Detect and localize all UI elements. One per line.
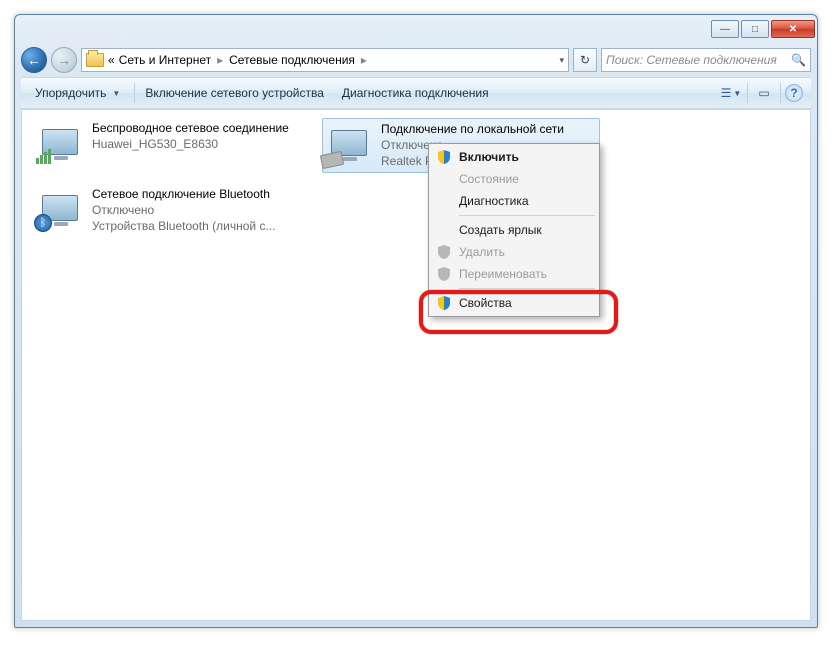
separator <box>134 83 135 103</box>
wifi-icon <box>36 120 84 164</box>
ctx-rename: Переименовать <box>431 263 597 285</box>
breadcrumb-seg-1[interactable]: Сеть и Интернет <box>119 53 211 67</box>
separator <box>459 215 595 216</box>
preview-pane-button[interactable]: ▭ <box>752 82 776 104</box>
ctx-diagnose-label: Диагностика <box>459 194 529 208</box>
context-menu: Включить Состояние Диагностика Создать я… <box>428 143 600 317</box>
enable-device-button[interactable]: Включение сетевого устройства <box>139 83 334 103</box>
diagnostics-label: Диагностика подключения <box>342 86 489 100</box>
separator <box>459 288 595 289</box>
ctx-delete: Удалить <box>431 241 597 263</box>
breadcrumb-sep-icon: ▸ <box>217 53 223 67</box>
help-button[interactable]: ? <box>785 84 803 102</box>
ctx-shortcut[interactable]: Создать ярлык <box>431 219 597 241</box>
ctx-enable[interactable]: Включить <box>431 146 597 168</box>
separator <box>780 83 781 103</box>
connection-title: Подключение по локальной сети <box>381 121 564 137</box>
connection-sub1: Huawei_HG530_E8630 <box>92 136 289 152</box>
ctx-rename-label: Переименовать <box>459 267 547 281</box>
view-icon: ☰ <box>721 86 732 100</box>
command-bar: Упорядочить ▼ Включение сетевого устройс… <box>21 77 811 109</box>
shield-icon <box>436 295 452 311</box>
search-icon[interactable]: 🔍 <box>791 53 806 67</box>
connection-sub1: Отключено <box>92 202 275 218</box>
lan-connection-icon <box>325 121 373 165</box>
signal-bars-icon <box>36 149 51 164</box>
bluetooth-connection-icon: ᛒ <box>36 186 84 230</box>
address-bar: ← → « Сеть и Интернет ▸ Сетевые подключе… <box>15 43 817 77</box>
shield-icon <box>436 266 452 282</box>
shield-icon <box>436 149 452 165</box>
ctx-shortcut-label: Создать ярлык <box>459 223 542 237</box>
diagnostics-button[interactable]: Диагностика подключения <box>336 83 499 103</box>
maximize-button[interactable]: □ <box>741 20 769 38</box>
nav-back-button[interactable]: ← <box>21 47 47 73</box>
ctx-properties-label: Свойства <box>459 296 512 310</box>
folder-icon <box>86 53 104 67</box>
chevron-down-icon: ▼ <box>733 89 741 98</box>
ctx-diagnose[interactable]: Диагностика <box>431 190 597 212</box>
connection-item-bluetooth[interactable]: ᛒ Сетевое подключение Bluetooth Отключен… <box>34 184 312 237</box>
explorer-window: — □ ✕ ← → « Сеть и Интернет ▸ Сетевые по… <box>14 14 818 628</box>
content-area[interactable]: Беспроводное сетевое соединение Huawei_H… <box>21 109 811 621</box>
search-placeholder: Поиск: Сетевые подключения <box>606 53 777 67</box>
breadcrumb-sep-icon: ▸ <box>361 53 367 67</box>
titlebar[interactable]: — □ ✕ <box>15 15 817 43</box>
ctx-status: Состояние <box>431 168 597 190</box>
breadcrumb-seg-2[interactable]: Сетевые подключения <box>229 53 355 67</box>
cable-icon <box>320 151 344 169</box>
nav-forward-button[interactable]: → <box>51 47 77 73</box>
close-button[interactable]: ✕ <box>771 20 815 38</box>
ctx-enable-label: Включить <box>459 150 519 164</box>
enable-device-label: Включение сетевого устройства <box>145 86 324 100</box>
bluetooth-icon: ᛒ <box>34 214 52 232</box>
connection-sub2: Устройства Bluetooth (личной с... <box>92 218 275 234</box>
organize-button[interactable]: Упорядочить ▼ <box>29 83 130 103</box>
breadcrumb-prefix: « <box>108 53 115 67</box>
breadcrumb-dropdown-icon[interactable]: ▾ <box>559 55 564 66</box>
organize-label: Упорядочить <box>35 86 106 100</box>
separator <box>747 83 748 103</box>
connection-item-wifi[interactable]: Беспроводное сетевое соединение Huawei_H… <box>34 118 312 166</box>
ctx-delete-label: Удалить <box>459 245 505 259</box>
connection-title: Беспроводное сетевое соединение <box>92 120 289 136</box>
shield-icon <box>436 244 452 260</box>
refresh-button[interactable]: ↻ <box>573 48 597 72</box>
ctx-properties[interactable]: Свойства <box>431 292 597 314</box>
minimize-button[interactable]: — <box>711 20 739 38</box>
search-input[interactable]: Поиск: Сетевые подключения 🔍 <box>601 48 811 72</box>
connection-title: Сетевое подключение Bluetooth <box>92 186 275 202</box>
ctx-status-label: Состояние <box>459 172 519 186</box>
chevron-down-icon: ▼ <box>112 89 120 98</box>
view-options-button[interactable]: ☰▼ <box>719 82 743 104</box>
breadcrumb[interactable]: « Сеть и Интернет ▸ Сетевые подключения … <box>81 48 569 72</box>
